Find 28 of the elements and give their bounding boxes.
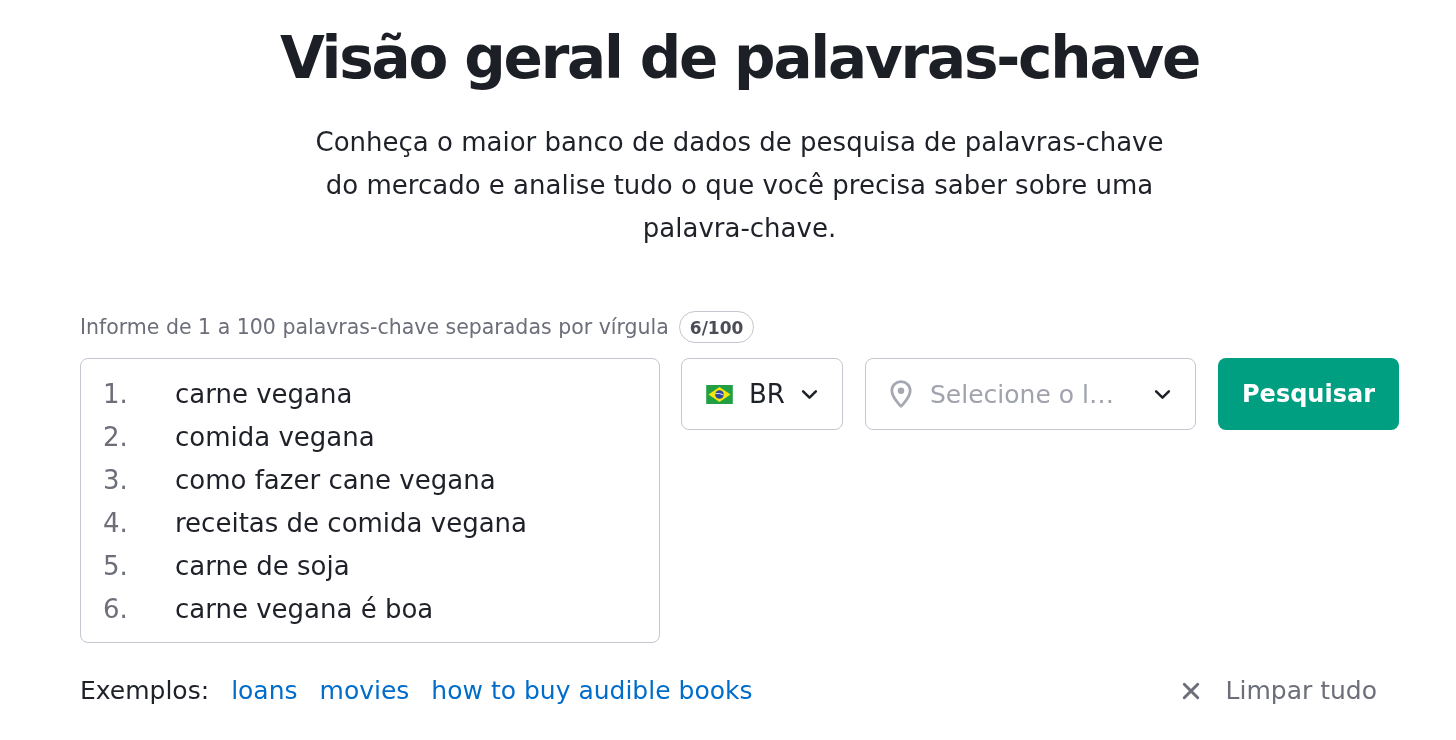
example-link[interactable]: movies xyxy=(319,676,410,705)
line-number: 6. xyxy=(103,593,129,624)
keywords-label: Informe de 1 a 100 palavras-chave separadas por vírgula xyxy=(80,315,669,339)
keyword-text: carne de soja xyxy=(175,550,350,581)
keyword-text: como fazer cane vegana xyxy=(175,464,496,495)
location-pin-icon xyxy=(890,380,912,408)
flag-icon xyxy=(706,384,733,404)
search-button[interactable]: Pesquisar xyxy=(1218,358,1399,430)
examples-label: Exemplos: xyxy=(80,676,210,705)
example-link[interactable]: how to buy audible books xyxy=(431,676,753,705)
keyword-text: carne vegana é boa xyxy=(175,593,434,624)
line-number: 4. xyxy=(103,507,129,538)
keywords-textarea[interactable]: 1. carne vegana 2. comida vegana 3. como fazer cane vegana 4. receitas de comida vegana 5. carne de soja 6. carne vegana é boa xyxy=(80,358,660,643)
line-number: 3. xyxy=(103,464,129,495)
clear-all-button[interactable]: Limpar tudo xyxy=(1181,676,1377,705)
page-subtitle: Conheça o maior banco de dados de pesquisa de palavras-chave do mercado e analise tudo o que você precisa saber sobre uma palavra-chave. xyxy=(314,126,1165,245)
keyword-text: receitas de comida vegana xyxy=(175,507,527,538)
close-icon xyxy=(1181,681,1200,700)
line-number: 5. xyxy=(103,550,129,581)
line-number: 1. xyxy=(103,378,129,409)
chevron-down-icon xyxy=(800,388,818,400)
keyword-text: comida vegana xyxy=(175,421,375,452)
page-title: Visão geral de palavras-chave xyxy=(278,23,1201,94)
example-link[interactable]: loans xyxy=(231,676,298,705)
database-select[interactable]: BR xyxy=(681,358,843,430)
line-number: 2. xyxy=(103,421,129,452)
keyword-text: carne vegana xyxy=(175,378,353,409)
chevron-down-icon xyxy=(1154,388,1171,400)
